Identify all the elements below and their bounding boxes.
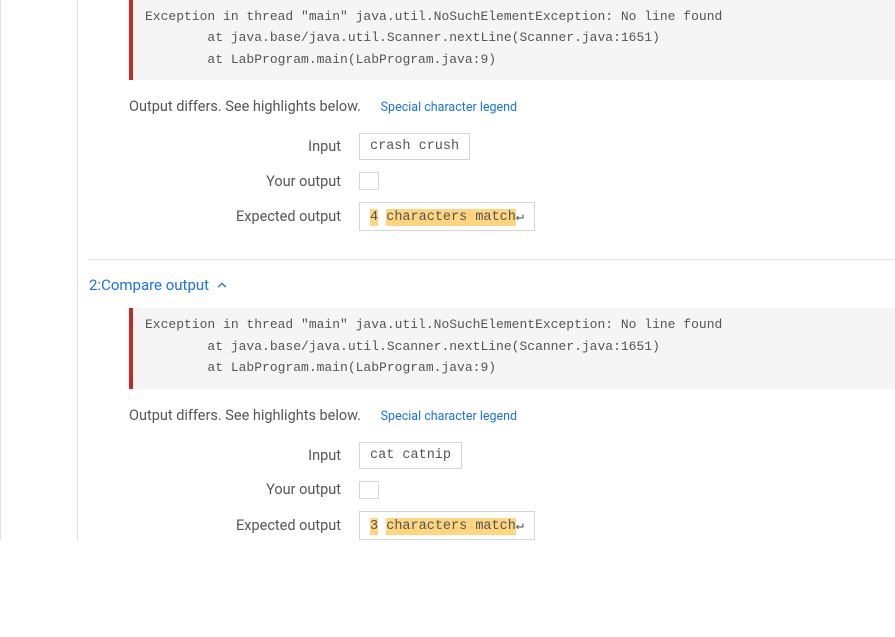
- expected-output-value: 3 characters match↵: [359, 511, 535, 540]
- your-output-label: Your output: [129, 481, 359, 498]
- your-output-value: [359, 172, 379, 190]
- your-output-label: Your output: [129, 173, 359, 190]
- test-section-header[interactable]: 2:Compare output: [89, 276, 895, 294]
- input-label: Input: [129, 447, 359, 464]
- input-row: Input cat catnip: [129, 442, 895, 469]
- special-char-legend-link[interactable]: Special character legend: [381, 409, 517, 424]
- expected-output-value: 4 characters match↵: [359, 202, 535, 231]
- input-value: cat catnip: [359, 442, 462, 469]
- newline-icon: ↵: [516, 519, 524, 534]
- newline-icon: ↵: [516, 210, 524, 225]
- highlight-num: 4: [370, 209, 378, 226]
- diff-message: Output differs. See highlights below. Sp…: [129, 98, 895, 115]
- test-section-title: 2:Compare output: [89, 276, 209, 294]
- highlight-text: characters match: [386, 209, 516, 226]
- diff-message: Output differs. See highlights below. Sp…: [129, 407, 895, 424]
- input-label: Input: [129, 138, 359, 155]
- expected-output-label: Expected output: [129, 517, 359, 534]
- expected-output-row: Expected output 3 characters match↵: [129, 511, 895, 540]
- your-output-value: [359, 481, 379, 499]
- input-value: crash crush: [359, 133, 470, 160]
- test-results-panel: Exception in thread "main" java.util.NoS…: [0, 0, 895, 540]
- diff-text: Output differs. See highlights below.: [129, 407, 361, 424]
- expected-output-row: Expected output 4 characters match↵: [129, 202, 895, 231]
- vertical-rail: [77, 0, 78, 540]
- your-output-row: Your output: [129, 172, 895, 190]
- diff-text: Output differs. See highlights below.: [129, 98, 361, 115]
- special-char-legend-link[interactable]: Special character legend: [381, 100, 517, 115]
- section-divider: [89, 259, 895, 260]
- your-output-row: Your output: [129, 481, 895, 499]
- error-output: Exception in thread "main" java.util.NoS…: [129, 0, 895, 80]
- highlight-text: characters match: [386, 518, 516, 535]
- highlight-num: 3: [370, 518, 378, 535]
- chevron-up-icon: [215, 278, 229, 292]
- error-output: Exception in thread "main" java.util.NoS…: [129, 308, 895, 388]
- expected-output-label: Expected output: [129, 208, 359, 225]
- input-row: Input crash crush: [129, 133, 895, 160]
